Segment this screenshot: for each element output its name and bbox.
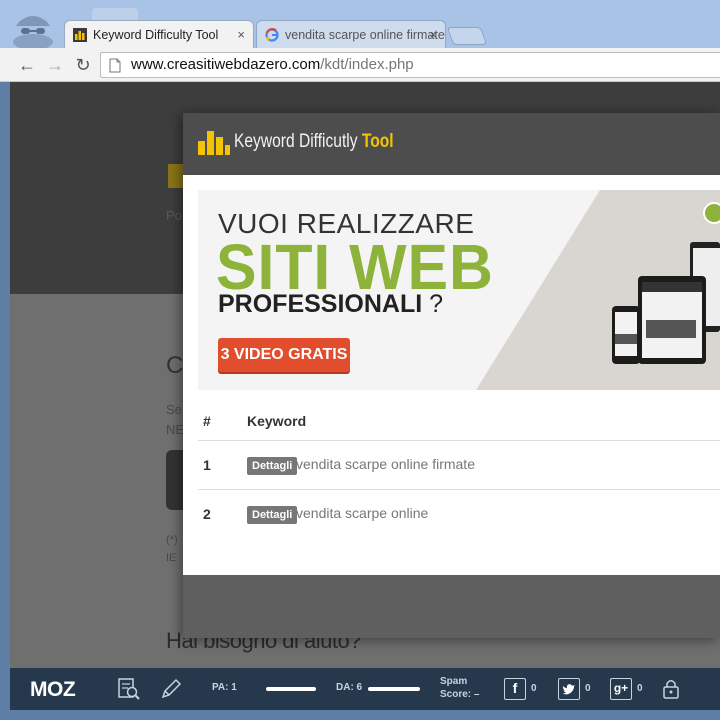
table-row: 2 Dettagli vendita scarpe online [198,490,720,539]
spam-score-line2: Score: – [440,688,479,701]
spam-score-label: Spam Score: – [440,675,479,701]
close-tab-icon[interactable]: × [429,21,437,48]
url-host: www.creasitiwebdazero.com [131,56,321,73]
details-button[interactable]: Dettagli [247,457,298,475]
twitter-count: 0 [585,683,591,694]
tab-google-search[interactable]: vendita scarpe online firmate × [256,20,446,48]
page-icon [109,58,121,73]
page-authority-label: PA: 1 [212,682,237,693]
url-path: /kdt/index.php [320,56,414,73]
row-number: 1 [203,457,211,473]
page-authority-bar [266,687,316,691]
tab-title: vendita scarpe online firmate [285,28,445,42]
back-arrow-icon[interactable]: ← [16,54,38,76]
domain-authority-bar [368,687,420,691]
facebook-count: 0 [531,683,537,694]
modal-header: Keyword Difficutly Tool [183,113,720,175]
devices-illustration-icon [612,242,720,364]
ghost-heading-c: C [166,352,184,379]
mozbar: MOZ PA: 1 DA: 6 Spam Score: – f 0 0 g+ 0 [10,668,720,710]
facebook-icon[interactable]: f [504,678,526,700]
video-gratis-button[interactable]: 3 VIDEO GRATIS [218,338,350,372]
keyword-table: # Keyword 1 Dettagli vendita scarpe onli… [198,405,720,539]
bar-chart-logo-icon [198,131,230,155]
browser-toolbar: ← → ↻ www.creasitiwebdazero.com/kdt/inde… [0,48,720,82]
col-header-number: # [203,413,211,429]
address-bar[interactable]: www.creasitiwebdazero.com/kdt/index.php [100,52,720,78]
ghost-text-po: Po [166,208,182,223]
forward-arrow-icon[interactable]: → [44,54,66,76]
google-favicon-icon [265,28,279,42]
url-text: www.creasitiwebdazero.com/kdt/index.php [131,53,414,77]
details-button[interactable]: Dettagli [247,506,298,524]
moz-logo[interactable]: MOZ [30,678,76,702]
window-bottom-edge [0,710,720,720]
spam-score-line1: Spam [440,676,468,687]
domain-authority-label: DA: 6 [336,682,363,693]
twitter-bird-icon [562,684,575,695]
ghost-text-ne: NE [166,422,185,437]
close-tab-icon[interactable]: × [237,21,245,48]
modal-body: VUOI REALIZZARE SITI WEB PROFESSIONALI ?… [183,175,720,575]
browser-tab-strip: Keyword Difficulty Tool × vendita scarpe… [0,0,720,48]
modal-title: Keyword Difficutly Tool [234,131,394,153]
twitter-icon[interactable] [558,678,580,700]
highlight-pencil-icon[interactable] [158,676,184,702]
ghost-text-ie: IE [166,552,177,564]
modal-title-main: Keyword Difficutly [234,131,358,152]
new-tab-button[interactable] [446,27,488,45]
banner-line3-text: PROFESSIONALI [218,290,423,318]
ghost-text-se: Se [166,402,182,417]
ghost-text-star: (*) [166,534,178,546]
google-plus-icon[interactable]: g+ [610,678,632,700]
banner-line3-suffix: ? [429,290,444,318]
reload-icon[interactable]: ↻ [72,54,94,76]
table-row: 1 Dettagli vendita scarpe online firmate [198,441,720,490]
spam-score-line2-text: Score: [440,689,472,700]
tab-title: Keyword Difficulty Tool [93,28,219,42]
row-keyword: vendita scarpe online firmate [296,456,475,472]
table-header: # Keyword [198,405,720,441]
spam-score-value: – [473,689,480,700]
green-badge-icon [703,202,720,224]
keyword-difficulty-modal: Keyword Difficutly Tool VUOI REALIZZARE … [183,113,720,638]
col-header-keyword: Keyword [247,413,307,429]
incognito-icon [13,16,53,48]
page-analysis-icon[interactable] [116,676,142,702]
bar-chart-favicon-icon [73,28,87,42]
lock-icon[interactable] [658,676,684,702]
banner-line3: PROFESSIONALI ? [218,290,443,319]
google-plus-count: 0 [637,683,643,694]
tab-keyword-difficulty-tool[interactable]: Keyword Difficulty Tool × [64,20,254,48]
row-keyword: vendita scarpe online [296,505,429,521]
promo-banner[interactable]: VUOI REALIZZARE SITI WEB PROFESSIONALI ?… [198,190,720,390]
row-number: 2 [203,506,211,522]
modal-title-accent: Tool [361,131,394,152]
